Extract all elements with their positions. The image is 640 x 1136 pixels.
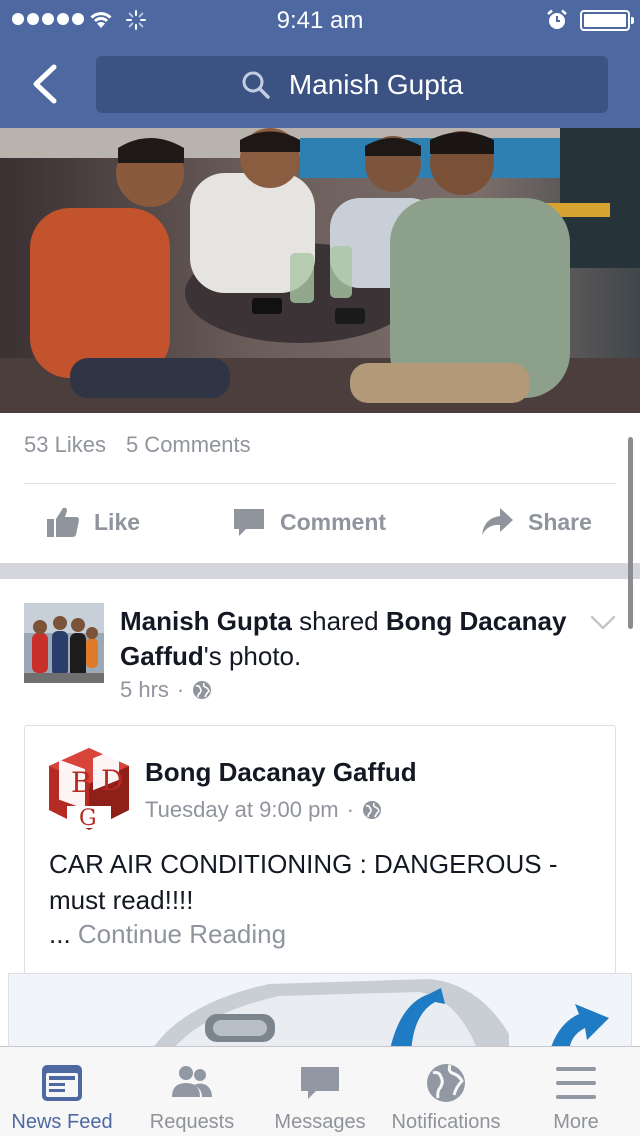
comments-count[interactable]: 5 Comments bbox=[126, 432, 251, 458]
tab-bar: News Feed Requests Messages Notification… bbox=[0, 1046, 640, 1136]
story-time[interactable]: 5 hrs bbox=[120, 677, 169, 703]
like-label: Like bbox=[94, 508, 141, 535]
top-bar: 9:41 am Manish Gupta bbox=[0, 0, 640, 128]
thumbs-up-icon bbox=[47, 507, 79, 537]
post-actions: Like Comment Share bbox=[0, 490, 640, 560]
logo-letter-b: B bbox=[71, 766, 92, 799]
search-icon bbox=[242, 71, 270, 99]
bdg-logo: B D G bbox=[49, 748, 129, 830]
globe-icon bbox=[362, 801, 381, 819]
news-feed-icon bbox=[42, 1065, 82, 1101]
divider bbox=[24, 483, 616, 484]
post-photo[interactable] bbox=[0, 128, 640, 413]
chevron-down-icon[interactable] bbox=[590, 615, 616, 631]
globe-icon bbox=[193, 681, 212, 699]
story-meta: 5 hrs · bbox=[120, 677, 212, 703]
shared-post-image[interactable] bbox=[8, 973, 632, 1053]
continue-reading-link[interactable]: Continue Reading bbox=[78, 919, 286, 949]
messages-icon bbox=[301, 1067, 339, 1099]
shared-object: 's photo. bbox=[203, 641, 302, 671]
share-label: Share bbox=[528, 508, 592, 535]
share-arrow-icon bbox=[482, 508, 513, 535]
shared-time[interactable]: Tuesday at 9:00 pm bbox=[145, 797, 339, 823]
alarm-icon bbox=[547, 9, 567, 29]
tab-label: Notifications bbox=[391, 1111, 501, 1133]
continue-reading[interactable]: ... Continue Reading bbox=[49, 919, 286, 950]
search-bar[interactable]: Manish Gupta bbox=[96, 56, 608, 113]
comment-bubble-icon bbox=[234, 509, 264, 536]
comment-button[interactable]: Comment bbox=[232, 506, 386, 538]
avatar[interactable] bbox=[24, 603, 104, 683]
tab-news-feed[interactable]: News Feed bbox=[0, 1047, 124, 1136]
tab-messages[interactable]: Messages bbox=[258, 1047, 382, 1136]
comment-label: Comment bbox=[280, 508, 387, 535]
car-ac-illustration bbox=[9, 974, 631, 1052]
meta-dot: · bbox=[346, 797, 354, 822]
story-headline: Manish Gupta shared Bong Dacanay Gaffud'… bbox=[120, 604, 570, 674]
friend-requests-icon bbox=[172, 1066, 212, 1097]
chevron-left-icon[interactable] bbox=[28, 64, 64, 104]
logo-letter-g: G bbox=[79, 806, 97, 830]
tab-label: Messages bbox=[274, 1111, 366, 1133]
tab-label: News Feed bbox=[11, 1111, 113, 1133]
tab-notifications[interactable]: Notifications bbox=[384, 1047, 508, 1136]
logo-letter-d: D bbox=[101, 764, 123, 797]
status-time: 9:41 am bbox=[276, 7, 364, 34]
likes-count[interactable]: 53 Likes bbox=[24, 432, 106, 458]
post-counts: 53 Likes 5 Comments bbox=[24, 432, 251, 458]
globe-icon bbox=[427, 1064, 465, 1102]
profile-photo-image bbox=[24, 603, 104, 683]
ellipsis: ... bbox=[49, 919, 78, 949]
shared-author-name[interactable]: Bong Dacanay Gaffud bbox=[145, 757, 417, 788]
shared-meta: Tuesday at 9:00 pm · bbox=[145, 797, 382, 823]
status-bar: 9:41 am bbox=[0, 0, 640, 40]
group-photo-image bbox=[0, 128, 640, 413]
shared-post-text: CAR AIR CONDITIONING : DANGEROUS - must … bbox=[49, 849, 558, 915]
battery-icon bbox=[580, 10, 634, 31]
scrollbar[interactable] bbox=[628, 437, 633, 629]
meta-dot: · bbox=[176, 677, 185, 702]
tab-label: Requests bbox=[149, 1111, 235, 1133]
menu-icon bbox=[556, 1067, 596, 1099]
feed-separator bbox=[0, 563, 640, 579]
shared-verb: shared bbox=[291, 606, 386, 636]
tab-label: More bbox=[553, 1111, 599, 1133]
like-button[interactable]: Like bbox=[46, 506, 140, 538]
shared-post-card[interactable]: B D G Bong Dacanay Gaffud Tuesday at 9:0… bbox=[24, 725, 616, 985]
tab-requests[interactable]: Requests bbox=[130, 1047, 254, 1136]
search-query: Manish Gupta bbox=[288, 68, 464, 100]
author-link[interactable]: Manish Gupta bbox=[120, 606, 292, 636]
tab-more[interactable]: More bbox=[514, 1047, 638, 1136]
share-button[interactable]: Share bbox=[480, 506, 592, 538]
